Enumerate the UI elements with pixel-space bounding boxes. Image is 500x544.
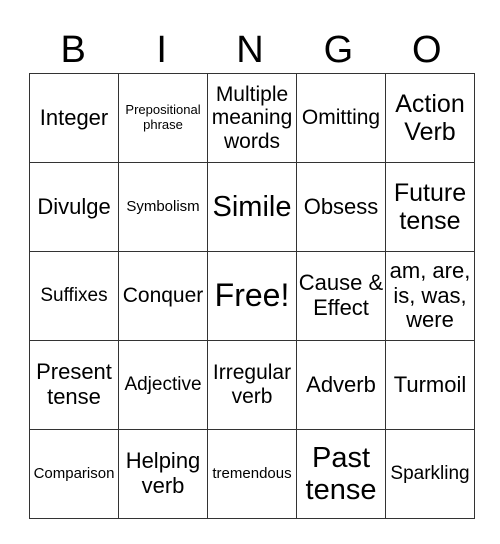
bingo-header: B I N G O: [29, 28, 471, 72]
grid-row: Suffixes Conquer Free! Cause & Effect am…: [29, 251, 475, 341]
bingo-cell[interactable]: Adjective: [118, 340, 208, 430]
bingo-cell[interactable]: Obsess: [296, 162, 386, 252]
bingo-grid: Integer Prepositional phrase Multiple me…: [29, 73, 475, 519]
bingo-cell[interactable]: Sparkling: [385, 429, 475, 519]
bingo-cell[interactable]: Comparison: [29, 429, 119, 519]
bingo-cell[interactable]: am, are, is, was, were: [385, 251, 475, 341]
grid-row: Integer Prepositional phrase Multiple me…: [29, 73, 475, 163]
bingo-cell[interactable]: Past tense: [296, 429, 386, 519]
header-letter-b: B: [60, 29, 86, 71]
bingo-cell[interactable]: Symbolism: [118, 162, 208, 252]
bingo-cell[interactable]: Turmoil: [385, 340, 475, 430]
bingo-cell[interactable]: Cause & Effect: [296, 251, 386, 341]
bingo-cell[interactable]: tremendous: [207, 429, 297, 519]
bingo-cell[interactable]: Present tense: [29, 340, 119, 430]
bingo-cell[interactable]: Irregular verb: [207, 340, 297, 430]
bingo-cell[interactable]: Integer: [29, 73, 119, 163]
bingo-cell[interactable]: Adverb: [296, 340, 386, 430]
header-letter-g: G: [323, 29, 354, 71]
bingo-cell[interactable]: Action Verb: [385, 73, 475, 163]
bingo-cell[interactable]: Multiple meaning words: [207, 73, 297, 163]
grid-row: Divulge Symbolism Simile Obsess Future t…: [29, 162, 475, 252]
free-space-cell[interactable]: Free!: [207, 251, 297, 341]
bingo-cell[interactable]: Helping verb: [118, 429, 208, 519]
header-letter-n: N: [236, 29, 264, 71]
bingo-cell[interactable]: Suffixes: [29, 251, 119, 341]
bingo-cell[interactable]: Simile: [207, 162, 297, 252]
bingo-cell[interactable]: Conquer: [118, 251, 208, 341]
bingo-cell[interactable]: Omitting: [296, 73, 386, 163]
header-letter-o: O: [412, 29, 442, 71]
header-letter-i: I: [156, 29, 167, 71]
bingo-cell[interactable]: Prepositional phrase: [118, 73, 208, 163]
bingo-cell[interactable]: Divulge: [29, 162, 119, 252]
bingo-cell[interactable]: Future tense: [385, 162, 475, 252]
grid-row: Present tense Adjective Irregular verb A…: [29, 340, 475, 430]
grid-row: Comparison Helping verb tremendous Past …: [29, 429, 475, 519]
